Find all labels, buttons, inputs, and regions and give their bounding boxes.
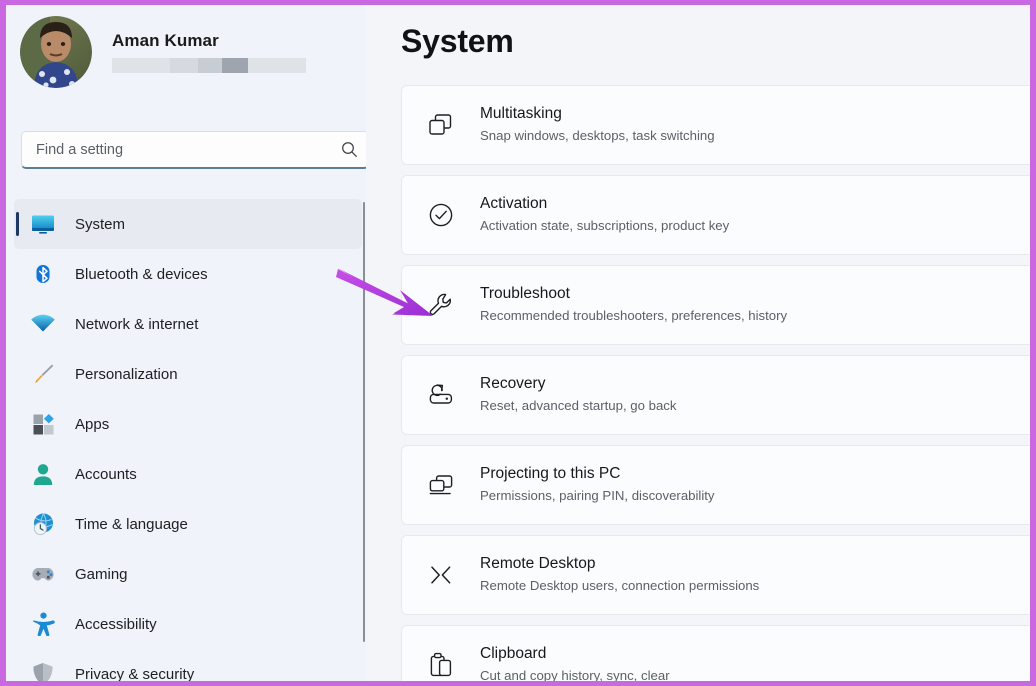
gamepad-icon <box>28 560 58 588</box>
card-subtitle: Permissions, pairing PIN, discoverabilit… <box>480 488 715 504</box>
sidebar-item-label: Network & internet <box>75 315 199 333</box>
shield-icon <box>28 660 58 681</box>
sidebar-item-label: Apps <box>75 415 110 433</box>
card-text: Remote Desktop Remote Desktop users, con… <box>480 554 759 596</box>
wrench-icon <box>424 288 458 322</box>
sidebar-item-label: Personalization <box>75 365 178 383</box>
profile-email-redacted <box>112 58 306 73</box>
sidebar-item-label: System <box>75 215 126 233</box>
sidebar-item-label: Time & language <box>75 515 188 533</box>
card-subtitle: Remote Desktop users, connection permiss… <box>480 578 760 594</box>
sidebar-item-network-internet[interactable]: Network & internet <box>14 299 362 349</box>
multitasking-icon <box>424 108 458 142</box>
card-subtitle: Snap windows, desktops, task switching <box>480 128 715 144</box>
search-box[interactable] <box>21 131 366 169</box>
card-text: Recovery Reset, advanced startup, go bac… <box>480 374 676 416</box>
profile-name: Aman Kumar <box>112 31 219 50</box>
wifi-icon <box>28 310 58 338</box>
sidebar-scrollbar[interactable] <box>363 202 365 642</box>
card-subtitle: Reset, advanced startup, go back <box>480 398 677 414</box>
settings-card-list: Multitasking Snap windows, desktops, tas… <box>401 85 1030 681</box>
card-title: Remote Desktop <box>480 555 596 573</box>
sidebar-item-label: Gaming <box>75 565 128 583</box>
sidebar-item-bluetooth-devices[interactable]: Bluetooth & devices <box>14 249 362 299</box>
card-subtitle: Cut and copy history, sync, clear <box>480 668 670 681</box>
settings-card-clipboard[interactable]: Clipboard Cut and copy history, sync, cl… <box>401 625 1030 681</box>
settings-card-activation[interactable]: Activation Activation state, subscriptio… <box>401 175 1030 255</box>
settings-card-recovery[interactable]: Recovery Reset, advanced startup, go bac… <box>401 355 1030 435</box>
profile-text: Aman Kumar <box>112 31 306 73</box>
card-title: Troubleshoot <box>480 285 570 303</box>
bluetooth-icon <box>28 260 58 288</box>
card-text: Activation Activation state, subscriptio… <box>480 194 729 236</box>
user-photo <box>20 16 92 88</box>
clock-globe-icon <box>28 510 58 538</box>
project-screen-icon <box>424 468 458 502</box>
search-input[interactable] <box>22 141 330 158</box>
user-profile[interactable]: Aman Kumar <box>20 16 306 88</box>
sidebar-item-apps[interactable]: Apps <box>14 399 362 449</box>
settings-card-troubleshoot[interactable]: Troubleshoot Recommended troubleshooters… <box>401 265 1030 345</box>
card-text: Projecting to this PC Permissions, pairi… <box>480 464 715 506</box>
sidebar-item-label: Accounts <box>75 465 137 483</box>
card-title: Activation <box>480 195 548 213</box>
main-content: System Multitasking Snap windows, deskto… <box>366 5 1030 681</box>
settings-card-multitasking[interactable]: Multitasking Snap windows, desktops, tas… <box>401 85 1030 165</box>
card-text: Troubleshoot Recommended troubleshooters… <box>480 284 787 326</box>
card-title: Projecting to this PC <box>480 465 621 483</box>
settings-window: Aman Kumar Find a setting System Bluetoo… <box>6 5 1030 681</box>
sidebar: Aman Kumar Find a setting System Bluetoo… <box>6 5 366 681</box>
accessibility-icon <box>28 610 58 638</box>
card-title: Recovery <box>480 375 546 393</box>
person-icon <box>28 460 58 488</box>
clipboard-icon <box>424 648 458 681</box>
sidebar-nav: System Bluetooth & devices Network & int… <box>14 199 362 681</box>
sidebar-item-privacy-security[interactable]: Privacy & security <box>14 649 362 681</box>
card-text: Multitasking Snap windows, desktops, tas… <box>480 104 715 146</box>
sidebar-item-accounts[interactable]: Accounts <box>14 449 362 499</box>
remote-desktop-icon <box>424 558 458 592</box>
page-title: System <box>401 23 514 59</box>
monitor-icon <box>28 210 58 238</box>
sidebar-item-system[interactable]: System <box>14 199 362 249</box>
card-subtitle: Activation state, subscriptions, product… <box>480 218 730 234</box>
avatar[interactable] <box>20 16 92 88</box>
sidebar-item-label: Bluetooth & devices <box>75 265 208 283</box>
recovery-drive-icon <box>424 378 458 412</box>
apps-grid-icon <box>28 410 58 438</box>
card-text: Clipboard Cut and copy history, sync, cl… <box>480 644 670 681</box>
search-icon[interactable] <box>330 141 366 158</box>
sidebar-item-accessibility[interactable]: Accessibility <box>14 599 362 649</box>
sidebar-item-personalization[interactable]: Personalization <box>14 349 362 399</box>
sidebar-item-gaming[interactable]: Gaming <box>14 549 362 599</box>
card-title: Clipboard <box>480 645 547 663</box>
paintbrush-icon <box>28 360 58 388</box>
sidebar-item-label: Privacy & security <box>75 665 195 682</box>
settings-card-projecting[interactable]: Projecting to this PC Permissions, pairi… <box>401 445 1030 525</box>
sidebar-item-label: Accessibility <box>75 615 157 633</box>
card-subtitle: Recommended troubleshooters, preferences… <box>480 308 788 324</box>
card-title: Multitasking <box>480 105 562 123</box>
check-circle-icon <box>424 198 458 232</box>
sidebar-item-time-language[interactable]: Time & language <box>14 499 362 549</box>
settings-card-remote-desktop[interactable]: Remote Desktop Remote Desktop users, con… <box>401 535 1030 615</box>
